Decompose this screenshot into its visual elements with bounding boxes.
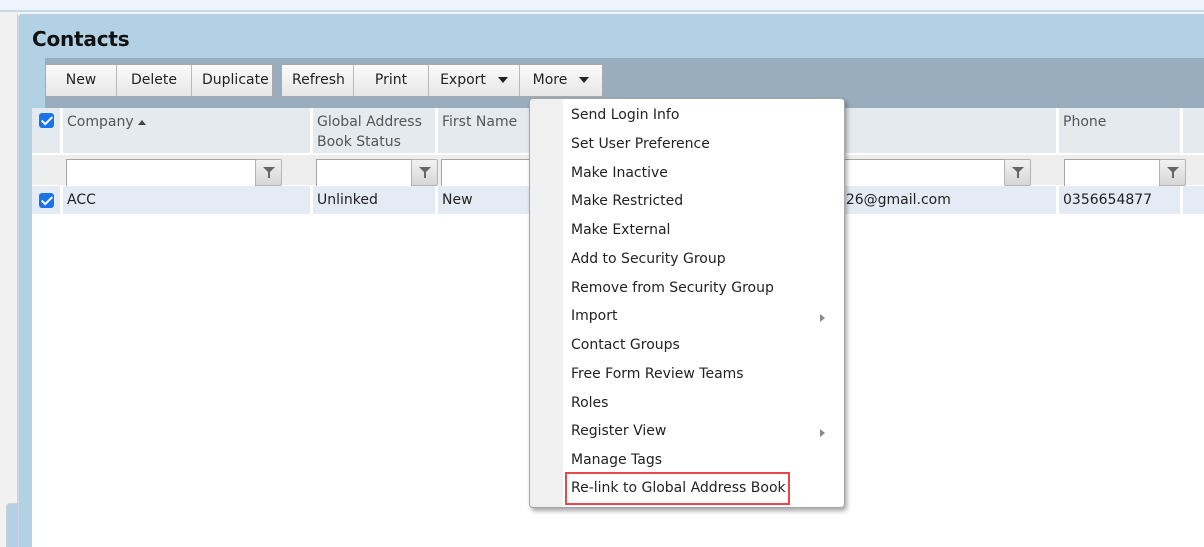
cell-company: ACC	[63, 186, 313, 214]
page-title: Contacts	[32, 27, 130, 51]
menu-item-remove-from-security-group[interactable]: Remove from Security Group	[571, 274, 839, 303]
cell-gab-status: Unlinked	[313, 186, 438, 214]
select-column-header	[32, 108, 63, 153]
menu-item-contact-groups[interactable]: Contact Groups	[571, 331, 839, 360]
chevron-down-icon	[579, 77, 590, 83]
more-button[interactable]: More	[520, 65, 602, 96]
menu-item-make-external[interactable]: Make External	[571, 216, 839, 245]
new-button[interactable]: New	[46, 65, 117, 96]
top-strip	[0, 0, 1204, 12]
menu-item-relink-global-address-book[interactable]: Re-link to Global Address Book	[565, 472, 790, 505]
chevron-right-icon	[820, 429, 825, 437]
delete-button[interactable]: Delete	[117, 65, 192, 96]
email-value: 0026@gmail.com	[828, 192, 951, 208]
email-filter-input[interactable]	[822, 159, 1006, 187]
column-header-gab-status[interactable]: Global Address Book Status	[313, 108, 438, 153]
cell-extra	[1183, 186, 1204, 214]
phone-filter-input[interactable]	[1064, 159, 1160, 187]
menu-item-label: Register View	[571, 423, 667, 439]
more-label: More	[532, 72, 568, 88]
menu-item-label: Import	[571, 308, 618, 324]
menu-item-add-to-security-group[interactable]: Add to Security Group	[571, 245, 839, 274]
menu-item-make-restricted[interactable]: Make Restricted	[571, 187, 839, 216]
chevron-right-icon	[820, 314, 825, 322]
export-button[interactable]: Export	[429, 65, 520, 96]
column-label: Company	[67, 114, 134, 130]
company-filter-input[interactable]	[66, 159, 256, 187]
chevron-down-icon	[497, 77, 508, 83]
gab-status-filter-button[interactable]	[411, 159, 438, 186]
cell-phone: 0356654877	[1059, 186, 1183, 214]
more-dropdown-menu: Send Login Info Set User Preference Make…	[529, 98, 845, 508]
menu-item-roles[interactable]: Roles	[571, 389, 839, 418]
left-sidebar	[0, 14, 18, 504]
menu-item-manage-tags[interactable]: Manage Tags	[571, 446, 839, 475]
sort-ascending-icon	[137, 119, 146, 125]
menu-item-make-inactive[interactable]: Make Inactive	[571, 159, 839, 188]
column-header-phone[interactable]: Phone	[1059, 108, 1183, 153]
toolbar-group-actions: Refresh Print Export More	[281, 64, 603, 97]
refresh-button[interactable]: Refresh	[282, 65, 354, 96]
duplicate-button[interactable]: Duplicate	[192, 65, 272, 96]
filter-icon	[419, 167, 431, 178]
export-label: Export	[440, 72, 486, 88]
phone-filter-button[interactable]	[1159, 159, 1186, 186]
filter-icon	[1012, 167, 1024, 178]
filter-icon	[263, 167, 275, 178]
column-header-company[interactable]: Company	[63, 108, 313, 153]
company-filter-button[interactable]	[255, 159, 282, 186]
menu-item-send-login-info[interactable]: Send Login Info	[571, 101, 839, 130]
menu-icon-gutter	[530, 99, 563, 507]
menu-item-import[interactable]: Import	[571, 302, 839, 331]
gab-status-filter-input[interactable]	[316, 159, 412, 187]
email-filter-button[interactable]	[1004, 159, 1031, 186]
menu-item-set-user-preference[interactable]: Set User Preference	[571, 130, 839, 159]
row-select-cell	[32, 186, 63, 214]
menu-item-register-view[interactable]: Register View	[571, 417, 839, 446]
row-checkbox[interactable]	[39, 193, 54, 208]
column-header-extra	[1183, 108, 1204, 153]
filter-icon	[1167, 167, 1179, 178]
menu-item-free-form-review-teams[interactable]: Free Form Review Teams	[571, 360, 839, 389]
print-button[interactable]: Print	[354, 65, 429, 96]
select-all-checkbox[interactable]	[39, 113, 54, 128]
toolbar-group-edit: New Delete Duplicate	[45, 64, 273, 97]
